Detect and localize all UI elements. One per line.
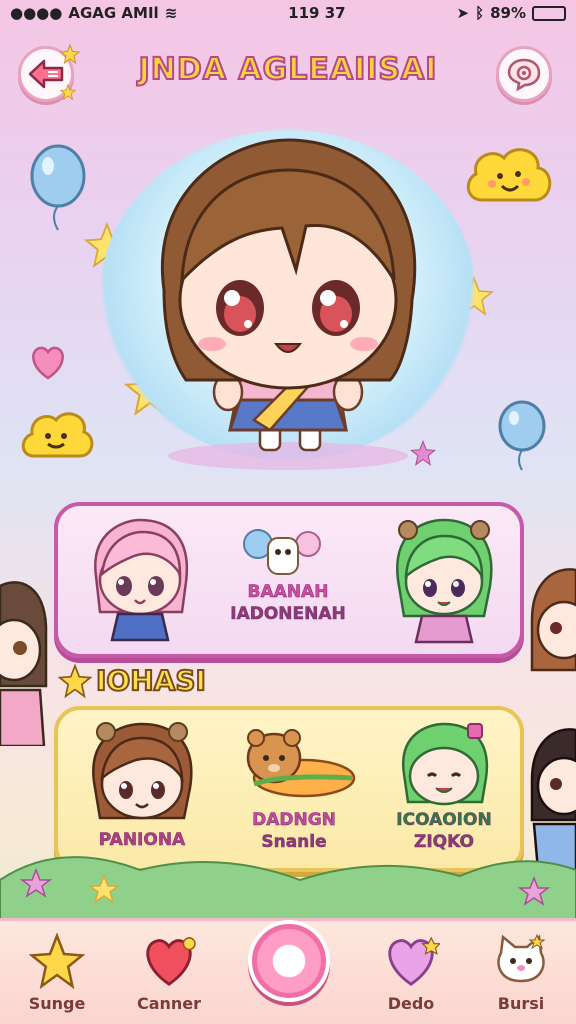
carrier-label: AGAG AMIl [68,4,159,22]
tab-dedo[interactable]: Dedo [366,931,456,1024]
green-hair-kid-avatar [401,722,489,806]
tab-canner[interactable]: Canner [124,931,214,1024]
chat-bubble-icon [507,58,541,92]
heart-icon [32,346,64,380]
battery-icon [532,5,566,21]
featured-subtitle: IADONENAH [230,604,346,625]
sparkle-star-icon [60,44,80,64]
hero-character[interactable] [100,130,476,470]
grass-hills [0,856,576,920]
tab-label: Canner [136,994,202,1013]
bear-sandwich-icon [246,729,356,798]
chat-button[interactable] [496,46,552,102]
app-title: JNDA AGLEAIISAI [138,51,438,88]
back-arrow-icon [28,59,64,89]
wifi-icon: ≋ [164,4,178,22]
tab-sunge[interactable]: Sunge [12,931,102,1024]
section-title: IOHASI [95,663,207,698]
bluetooth-icon: ᛒ [475,4,485,22]
cat-icon [497,933,546,983]
status-left: ●●●● AGAG AMIl ≋ [10,4,177,22]
signal-icon: ●●●● [10,4,63,22]
chibi-girl-avatar [160,138,417,470]
status-right: ➤ ᛒ 89% [456,4,566,22]
tab-bursi[interactable]: Bursi [476,931,566,1024]
heart-icon [146,937,196,986]
balloon-icon [30,144,86,231]
character-item-label: ICOAOION [396,810,492,831]
featured-title: BAANAH [247,582,329,603]
location-icon: ➤ [456,4,470,22]
status-bar: ●●●● AGAG AMIl ≋ 119 37 ➤ ᛒ 89% [0,0,576,26]
tab-label: Dedo [387,994,435,1013]
smiley-cloud-icon [21,412,94,458]
star-icon [28,932,86,990]
tab-label: Sunge [28,994,86,1013]
heart-gem-icon [388,936,442,986]
brown-hair-girl-avatar [92,722,193,820]
balloon-icon [498,400,546,471]
home-center-button[interactable] [248,920,330,1002]
green-hair-girl-avatar [396,518,493,644]
character-item-label: DADNGN [252,810,336,831]
balloon-bear-icon [243,529,321,575]
peeking-character-right [530,568,576,672]
star-badge-icon [58,664,92,698]
sparkle-star-icon [60,84,76,100]
featured-character-card[interactable]: BAANAH IADONENAH [54,502,524,658]
battery-percent: 89% [490,4,526,22]
tab-label: Bursi [497,994,545,1013]
pink-hair-girl-avatar [94,518,189,642]
peeking-character-left [0,581,48,746]
status-time: 119 37 [288,4,346,22]
